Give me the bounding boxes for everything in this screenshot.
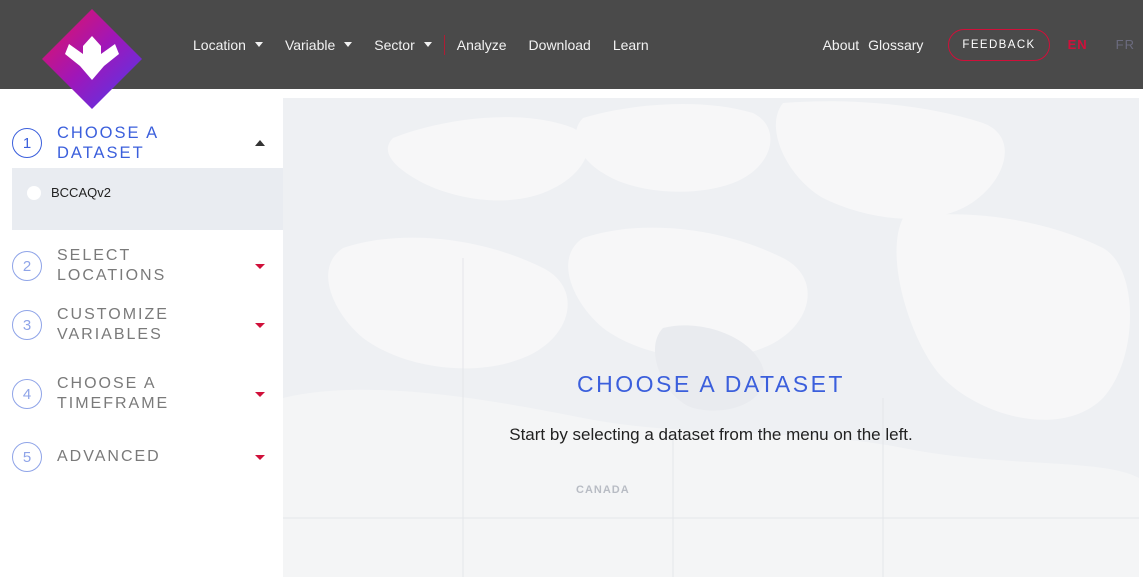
caret-up-icon[interactable] — [255, 140, 265, 146]
map-country-label: CANADA — [576, 484, 630, 496]
map-description: Start by selecting a dataset from the me… — [509, 425, 913, 444]
step-choose-timeframe[interactable]: 4 CHOOSE A TIMEFRAME — [12, 374, 283, 414]
nav-location[interactable]: Location — [193, 37, 263, 53]
step-customize-variables[interactable]: 3 CUSTOMIZE VARIABLES — [12, 305, 283, 345]
site-logo[interactable] — [40, 8, 144, 110]
caret-down-icon — [254, 42, 263, 47]
language-fr[interactable]: FR — [1116, 37, 1135, 52]
feedback-button[interactable]: FEEDBACK — [948, 28, 1050, 61]
step-label: CHOOSE A DATASET — [57, 124, 159, 162]
nav-analyze[interactable]: Analyze — [457, 37, 507, 53]
nav-sector[interactable]: Sector — [374, 36, 432, 53]
caret-down-icon[interactable] — [255, 263, 265, 269]
step-select-locations[interactable]: 2 SELECT LOCATIONS — [12, 246, 283, 286]
caret-down-icon[interactable] — [255, 322, 265, 328]
nav-divider — [443, 34, 445, 55]
step-number: 1 — [12, 128, 42, 158]
main-nav: Location Variable Sector Analyze Downloa… — [193, 0, 671, 89]
dataset-option-label[interactable]: BCCAQv2 — [51, 185, 111, 200]
step-choose-dataset[interactable]: 1 CHOOSE A DATASET — [12, 123, 283, 163]
nav-location-label: Location — [193, 36, 246, 53]
steps-sidebar: 1 CHOOSE A DATASET BCCAQv2 2 SELECT LOCA… — [0, 89, 283, 577]
nav-glossary[interactable]: Glossary — [868, 37, 923, 53]
nav-about[interactable]: About — [823, 37, 860, 53]
secondary-nav: About Glossary FEEDBACK EN FR — [823, 0, 1143, 89]
step-number: 2 — [12, 251, 42, 281]
map-background — [283, 98, 1139, 577]
step-number: 4 — [12, 379, 42, 409]
header-edge — [1139, 89, 1143, 98]
step-label: CHOOSE A TIMEFRAME — [57, 375, 170, 412]
step-advanced[interactable]: 5 ADVANCED — [12, 442, 283, 472]
nav-variable[interactable]: Variable — [284, 36, 353, 53]
step-number: 5 — [12, 442, 42, 472]
step-number: 3 — [12, 310, 42, 340]
step-label: CUSTOMIZE VARIABLES — [57, 306, 169, 343]
nav-learn[interactable]: Learn — [613, 37, 649, 53]
map-view[interactable]: CHOOSE A DATASET Start by selecting a da… — [283, 98, 1139, 577]
dataset-radio[interactable] — [27, 186, 41, 200]
caret-down-icon[interactable] — [255, 454, 265, 460]
nav-download[interactable]: Download — [529, 37, 591, 53]
dataset-list: BCCAQv2 — [12, 168, 283, 230]
nav-sector-label: Sector — [374, 36, 415, 53]
map-title: CHOOSE A DATASET — [577, 371, 845, 397]
step-label: ADVANCED — [57, 448, 161, 465]
top-header: Location Variable Sector Analyze Downloa… — [0, 0, 1143, 109]
step-label: SELECT LOCATIONS — [57, 247, 167, 284]
caret-down-icon — [344, 42, 353, 47]
caret-down-icon[interactable] — [255, 391, 265, 397]
language-en[interactable]: EN — [1068, 37, 1088, 52]
nav-variable-label: Variable — [284, 36, 336, 53]
caret-down-icon — [423, 42, 432, 47]
